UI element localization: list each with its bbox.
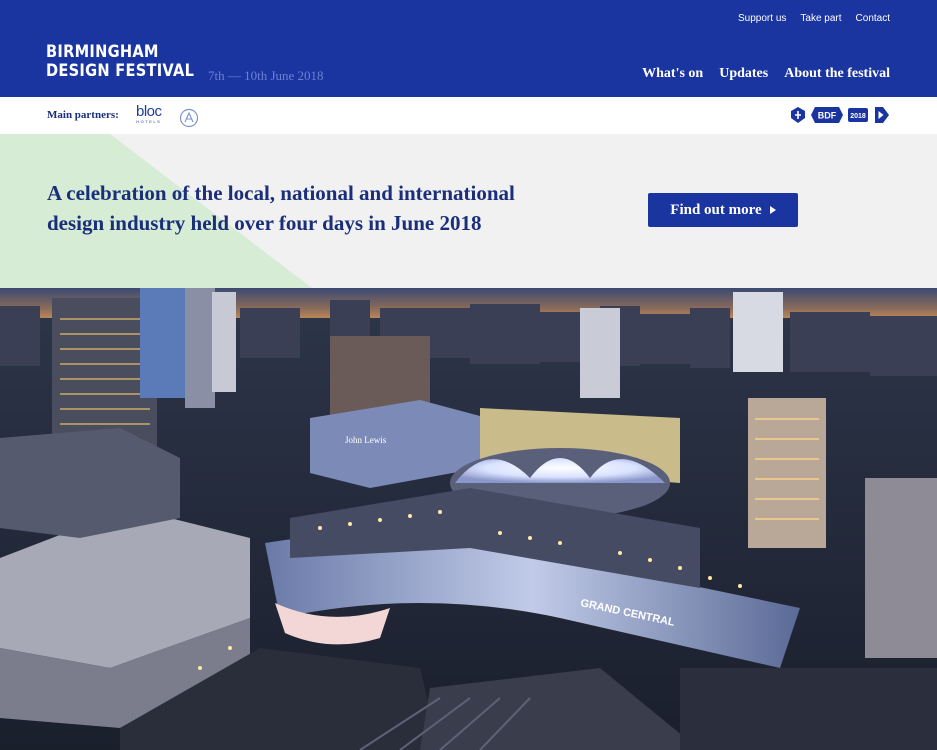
bloc-logo-word: bloc: [136, 103, 162, 120]
hero-headline: A celebration of the local, national and…: [47, 181, 515, 235]
partner-circle-logo[interactable]: [179, 108, 199, 128]
festival-badges: BDF 2018: [789, 106, 890, 124]
year-badge-icon: 2018: [848, 108, 868, 122]
utility-nav: Support us Take part Contact: [738, 13, 890, 24]
site-header: Support us Take part Contact BIRMINGHAM …: [0, 0, 937, 97]
bloc-hotels-logo[interactable]: bloc HOTELS: [136, 104, 162, 124]
play-icon: [875, 107, 889, 123]
logo-line-2: DESIGN FESTIVAL: [46, 61, 195, 81]
crest-icon: [791, 107, 805, 123]
nav-updates[interactable]: Updates: [719, 66, 768, 82]
year-badge-text: 2018: [850, 113, 866, 120]
city-photo: John Lewis GRAND CENTRAL: [0, 288, 937, 750]
bdf-badge-icon: BDF: [811, 107, 843, 123]
festival-dates: 7th — 10th June 2018: [208, 68, 324, 83]
take-part-link[interactable]: Take part: [800, 13, 841, 24]
site-logo[interactable]: BIRMINGHAM DESIGN FESTIVAL: [46, 43, 194, 81]
contact-link[interactable]: Contact: [856, 13, 890, 24]
logo-line-1: BIRMINGHAM: [46, 42, 159, 62]
partners-label: Main partners:: [47, 109, 119, 121]
support-us-link[interactable]: Support us: [738, 13, 786, 24]
hero-section: A celebration of the local, national and…: [0, 134, 937, 288]
bloc-logo-sub: HOTELS: [136, 119, 162, 124]
main-nav: What's on Updates About the festival: [642, 66, 890, 82]
bdf-badge-text: BDF: [818, 111, 837, 121]
nav-whats-on[interactable]: What's on: [642, 66, 703, 82]
store-sign-text: John Lewis: [345, 435, 387, 445]
birmingham-city-image: John Lewis GRAND CENTRAL: [0, 288, 937, 750]
find-out-more-label: Find out more: [670, 201, 762, 218]
nav-about[interactable]: About the festival: [784, 66, 890, 82]
find-out-more-button[interactable]: Find out more: [648, 193, 798, 227]
arrow-right-icon: [769, 206, 776, 214]
